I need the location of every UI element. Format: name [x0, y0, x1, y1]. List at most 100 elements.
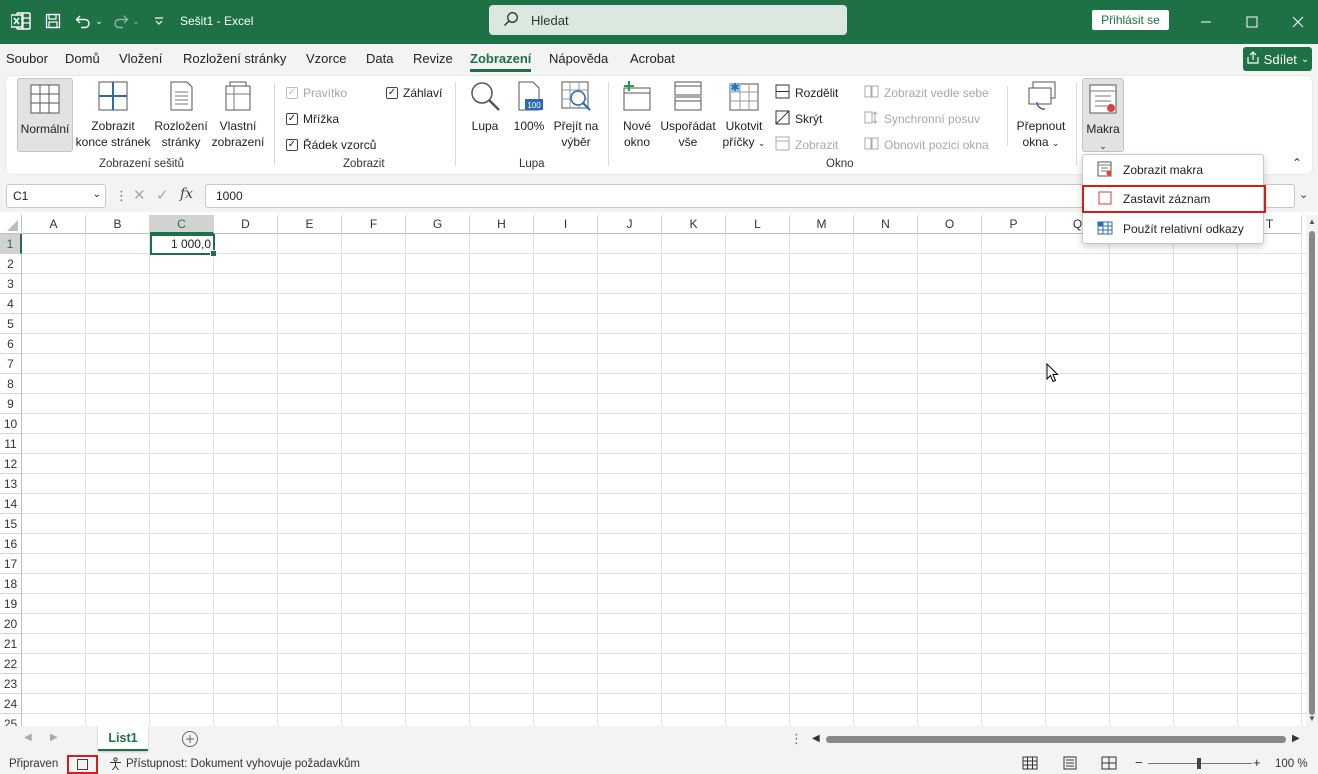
view-macros-item[interactable]: Zobrazit makra	[1083, 157, 1265, 183]
name-box[interactable]: C1 ⌄	[6, 184, 106, 208]
customize-toolbar-icon[interactable]	[152, 11, 166, 31]
column-header[interactable]: M	[790, 215, 854, 234]
collapse-ribbon-icon[interactable]: ⌃	[1292, 156, 1302, 170]
row-header[interactable]: 21	[0, 634, 22, 654]
tab-vzorce[interactable]: Vzorce	[306, 51, 346, 66]
row-header[interactable]: 12	[0, 454, 22, 474]
add-sheet-icon[interactable]	[181, 730, 199, 751]
row-header[interactable]: 17	[0, 554, 22, 574]
row-header[interactable]: 22	[0, 654, 22, 674]
close-icon[interactable]	[1288, 12, 1308, 32]
vertical-scroll-thumb[interactable]	[1309, 231, 1315, 715]
tab-rozlozeni-stranky[interactable]: Rozložení stránky	[183, 51, 286, 66]
redo-icon[interactable]	[112, 11, 130, 31]
sheet-tab-list1[interactable]: List1	[98, 726, 148, 751]
headings-checkbox[interactable]: ✓ Záhlaví	[386, 86, 442, 100]
row-header[interactable]: 15	[0, 514, 22, 534]
zoom-slider-thumb[interactable]	[1197, 758, 1201, 769]
minimize-icon[interactable]	[1196, 12, 1216, 32]
worksheet-grid[interactable]: ABCDEFGHIJKLMNOPQRST 1234567891011121314…	[0, 215, 1306, 726]
tab-data[interactable]: Data	[366, 51, 393, 66]
row-header[interactable]: 24	[0, 694, 22, 714]
row-header[interactable]: 3	[0, 274, 22, 294]
chevron-down-icon[interactable]: ⌄	[93, 189, 101, 200]
horizontal-scroll-thumb[interactable]	[826, 736, 1286, 743]
row-header[interactable]: 14	[0, 494, 22, 514]
row-header[interactable]: 13	[0, 474, 22, 494]
stop-recording-item[interactable]: Zastavit záznam	[1082, 185, 1266, 213]
row-header[interactable]: 9	[0, 394, 22, 414]
tab-vlozeni[interactable]: Vložení	[119, 51, 162, 66]
column-header[interactable]: D	[214, 215, 278, 234]
row-header[interactable]: 4	[0, 294, 22, 314]
active-cell[interactable]: 1 000,0	[150, 234, 217, 257]
tab-soubor[interactable]: Soubor	[6, 51, 48, 66]
select-all-corner[interactable]	[0, 215, 22, 234]
macros-button[interactable]: Makra ⌄	[1082, 78, 1124, 152]
save-icon[interactable]	[44, 11, 62, 31]
hide-button[interactable]: Skrýt	[775, 110, 822, 128]
unhide-button[interactable]: Zobrazit	[775, 136, 838, 154]
column-header[interactable]: L	[726, 215, 790, 234]
row-header[interactable]: 16	[0, 534, 22, 554]
enter-icon[interactable]: ✓	[156, 186, 169, 204]
expand-formula-bar-icon[interactable]: ⌄	[1299, 188, 1308, 201]
undo-icon[interactable]	[74, 11, 92, 31]
normal-view-status-icon[interactable]	[1022, 756, 1038, 773]
scroll-down-icon[interactable]: ▼	[1308, 714, 1316, 723]
row-header[interactable]: 10	[0, 414, 22, 434]
vertical-scrollbar[interactable]: ▲ ▼	[1306, 215, 1318, 726]
tab-revize[interactable]: Revize	[413, 51, 453, 66]
reset-window-position-button[interactable]: Obnovit pozici okna	[864, 136, 989, 154]
prev-sheet-icon[interactable]: ◀	[24, 732, 32, 743]
column-header[interactable]: A	[22, 215, 86, 234]
scroll-up-icon[interactable]: ▲	[1308, 217, 1316, 226]
tab-zobrazeni[interactable]: Zobrazení	[470, 51, 532, 72]
sync-scroll-button[interactable]: Synchronní posuv	[864, 110, 980, 128]
zoom-level[interactable]: 100 %	[1275, 758, 1308, 770]
insert-function-icon[interactable]: fx	[180, 186, 193, 202]
column-header[interactable]: H	[470, 215, 534, 234]
row-header[interactable]: 5	[0, 314, 22, 334]
row-header[interactable]: 8	[0, 374, 22, 394]
row-header[interactable]: 6	[0, 334, 22, 354]
column-header[interactable]: P	[982, 215, 1046, 234]
split-button[interactable]: Rozdělit	[775, 84, 838, 102]
redo-dropdown-icon[interactable]: ⌄	[131, 11, 141, 31]
column-header[interactable]: G	[406, 215, 470, 234]
sign-in-button[interactable]: Přihlásit se	[1092, 10, 1169, 30]
tab-domu[interactable]: Domů	[65, 51, 100, 66]
more-options-icon[interactable]: ⋮	[790, 731, 803, 747]
page-layout-status-icon[interactable]	[1062, 756, 1078, 773]
gridlines-checkbox[interactable]: ✓ Mřížka	[286, 112, 339, 126]
custom-views-button[interactable]: Vlastní zobrazení	[210, 80, 266, 150]
row-header[interactable]: 19	[0, 594, 22, 614]
column-header[interactable]: C	[150, 215, 214, 234]
accessibility-status[interactable]: Přístupnost: Dokument vyhovuje požadavků…	[126, 758, 360, 770]
scroll-left-icon[interactable]: ◀	[812, 733, 820, 744]
column-header[interactable]: J	[598, 215, 662, 234]
zoom-button[interactable]: Lupa	[466, 80, 504, 134]
zoom-100-button[interactable]: 100 100%	[511, 80, 547, 134]
use-relative-references-item[interactable]: Použít relativní odkazy	[1083, 216, 1265, 242]
column-header[interactable]: F	[342, 215, 406, 234]
arrange-all-button[interactable]: Uspořádat vše	[658, 80, 718, 150]
undo-dropdown-icon[interactable]: ⌄	[94, 11, 104, 31]
view-side-by-side-button[interactable]: Zobrazit vedle sebe	[864, 84, 989, 102]
page-break-status-icon[interactable]	[1101, 756, 1117, 773]
tab-napoveda[interactable]: Nápověda	[549, 51, 608, 66]
column-header[interactable]: K	[662, 215, 726, 234]
column-header[interactable]: N	[854, 215, 918, 234]
freeze-panes-button[interactable]: ✱ Ukotvit příčky ⌄	[720, 80, 768, 151]
tab-acrobat[interactable]: Acrobat	[630, 51, 675, 66]
row-header[interactable]: 18	[0, 574, 22, 594]
zoom-selection-button[interactable]: Přejít na výběr	[551, 80, 601, 150]
row-header[interactable]: 20	[0, 614, 22, 634]
cancel-icon[interactable]: ✕	[133, 186, 146, 204]
scroll-right-icon[interactable]: ▶	[1292, 733, 1300, 744]
page-layout-view-button[interactable]: Rozložení stránky	[154, 80, 208, 150]
stop-recording-status-button[interactable]	[67, 755, 98, 774]
share-button[interactable]: Sdílet ⌄	[1243, 47, 1312, 71]
switch-windows-button[interactable]: Přepnout okna ⌄	[1011, 80, 1071, 151]
column-header[interactable]: I	[534, 215, 598, 234]
